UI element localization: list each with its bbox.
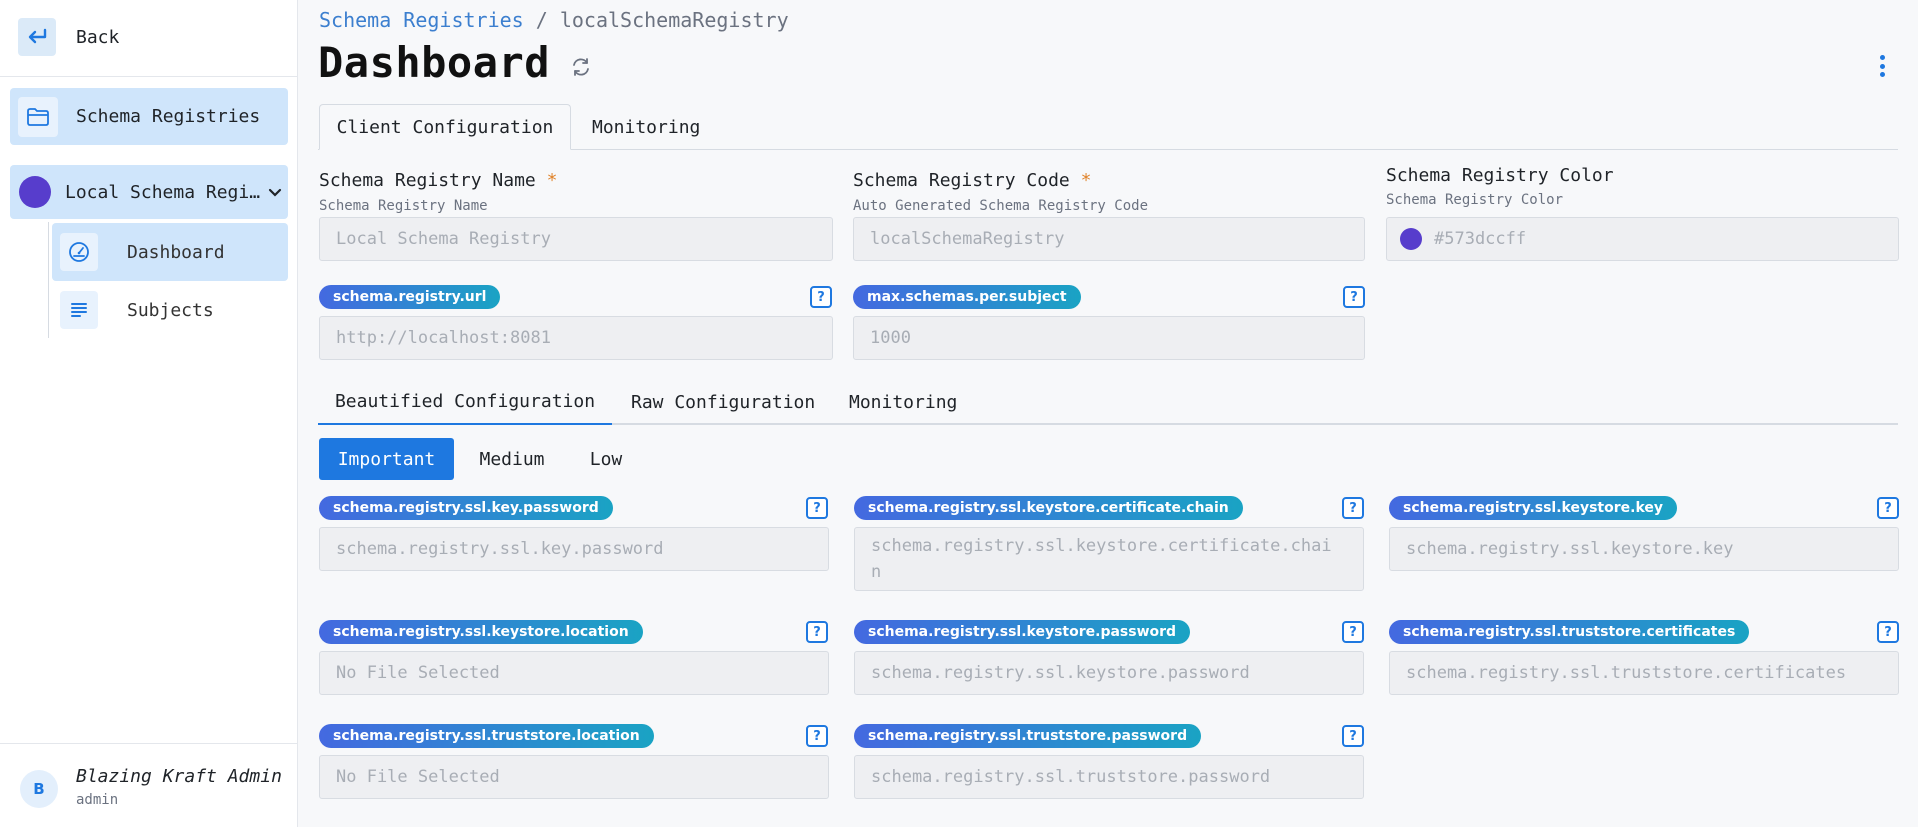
registry-selector[interactable]: Local Schema Regi… <box>10 165 288 219</box>
help-icon[interactable]: ? <box>1342 621 1364 643</box>
tab-config-monitoring[interactable]: Monitoring <box>849 380 957 425</box>
breadcrumb-current: localSchemaRegistry <box>559 8 789 32</box>
registry-name: Local Schema Regi… <box>65 181 261 203</box>
property-key-chip: max.schemas.per.subject <box>853 285 1081 309</box>
registry-code-label: Schema Registry Code * <box>853 170 1092 191</box>
registry-name-label: Schema Registry Name * <box>319 170 558 191</box>
user-role: admin <box>76 792 119 808</box>
registry-color-field[interactable]: #573dccff <box>1386 217 1899 261</box>
registry-url-field[interactable]: http://localhost:8081 <box>319 316 833 360</box>
property-input[interactable]: schema.registry.ssl.keystore.password <box>854 651 1364 695</box>
help-icon[interactable]: ? <box>806 725 828 747</box>
registry-color-label: Schema Registry Color <box>1386 165 1614 186</box>
sidebar: Back Schema Registries Local Schema Regi… <box>0 0 298 827</box>
sidebar-item-dashboard[interactable]: Dashboard <box>52 223 288 281</box>
tab-beautified-configuration[interactable]: Beautified Configuration <box>318 380 612 425</box>
registry-name-hint: Schema Registry Name <box>319 198 488 214</box>
help-icon[interactable]: ? <box>1877 497 1899 519</box>
file-select-input[interactable]: No File Selected <box>319 651 829 695</box>
back-arrow-icon <box>18 18 56 56</box>
tab-monitoring[interactable]: Monitoring <box>592 104 700 150</box>
property-key-chip: schema.registry.ssl.truststore.password <box>854 724 1202 748</box>
back-button[interactable]: Back <box>10 12 290 62</box>
registry-code-hint: Auto Generated Schema Registry Code <box>853 198 1149 214</box>
importance-low-button[interactable]: Low <box>574 438 638 480</box>
property-key-chip: schema.registry.ssl.keystore.location <box>319 620 643 644</box>
property-key-chip: schema.registry.ssl.keystore.key <box>1389 496 1678 520</box>
user-name: Blazing Kraft Admin <box>76 766 282 787</box>
registry-name-field[interactable]: Local Schema Registry <box>319 217 833 261</box>
property-input[interactable]: schema.registry.ssl.truststore.certifica… <box>1389 651 1899 695</box>
placeholder-line: schema.registry.ssl.keystore.certificate… <box>871 536 1332 556</box>
breadcrumb-separator: / <box>535 8 548 32</box>
tree-line <box>48 222 49 338</box>
main-tabs: Client Configuration Monitoring <box>318 104 1898 150</box>
property-key-chip: schema.registry.ssl.truststore.certifica… <box>1389 620 1750 644</box>
chevron-down-icon <box>268 182 282 203</box>
folder-icon <box>18 96 58 137</box>
color-value: #573dccff <box>1434 229 1527 249</box>
more-options-icon[interactable] <box>1872 52 1892 80</box>
registry-color-dot <box>19 176 51 208</box>
property-key-chip: schema.registry.ssl.truststore.location <box>319 724 654 748</box>
file-select-input[interactable]: No File Selected <box>319 755 829 799</box>
importance-medium-button[interactable]: Medium <box>472 438 552 480</box>
sidebar-item-label: Schema Registries <box>76 106 261 127</box>
sidebar-item-subjects[interactable]: Subjects <box>52 285 288 335</box>
list-icon <box>60 291 98 329</box>
max-schemas-field[interactable]: 1000 <box>853 316 1365 360</box>
avatar[interactable]: B <box>20 770 58 808</box>
registry-color-hint: Schema Registry Color <box>1386 192 1564 208</box>
help-icon[interactable]: ? <box>806 621 828 643</box>
property-key-chip: schema.registry.ssl.keystore.certificate… <box>854 496 1243 520</box>
breadcrumb: Schema Registries / localSchemaRegistry <box>319 8 789 32</box>
property-key-chip: schema.registry.ssl.keystore.password <box>854 620 1191 644</box>
tab-client-configuration[interactable]: Client Configuration <box>319 104 571 150</box>
help-icon[interactable]: ? <box>1343 286 1365 308</box>
help-icon[interactable]: ? <box>1342 497 1364 519</box>
config-tabs: Beautified Configuration Raw Configurati… <box>318 380 1898 425</box>
back-label: Back <box>76 26 120 48</box>
property-input[interactable]: schema.registry.ssl.keystore.key <box>1389 527 1899 571</box>
placeholder-line: n <box>871 562 882 582</box>
property-input[interactable]: schema.registry.ssl.key.password <box>319 527 829 571</box>
property-key-chip: schema.registry.ssl.key.password <box>319 496 613 520</box>
color-swatch[interactable] <box>1400 228 1422 250</box>
property-input[interactable]: schema.registry.ssl.truststore.password <box>854 755 1364 799</box>
sidebar-divider <box>0 76 298 77</box>
help-icon[interactable]: ? <box>810 286 832 308</box>
sidebar-item-label: Dashboard <box>127 241 225 263</box>
property-key-chip: schema.registry.url <box>319 285 501 309</box>
page-title: Dashboard <box>318 38 551 87</box>
property-input[interactable]: schema.registry.ssl.keystore.certificate… <box>854 527 1364 591</box>
sidebar-item-schema-registries[interactable]: Schema Registries <box>10 88 288 145</box>
refresh-icon[interactable] <box>570 56 592 82</box>
importance-important-button[interactable]: Important <box>319 438 454 480</box>
breadcrumb-link[interactable]: Schema Registries <box>319 8 524 32</box>
sidebar-item-label: Subjects <box>127 299 214 321</box>
help-icon[interactable]: ? <box>1877 621 1899 643</box>
sidebar-divider <box>0 743 298 744</box>
help-icon[interactable]: ? <box>1342 725 1364 747</box>
tab-raw-configuration[interactable]: Raw Configuration <box>631 380 815 425</box>
registry-code-field[interactable]: localSchemaRegistry <box>853 217 1365 261</box>
gauge-icon <box>60 233 98 271</box>
help-icon[interactable]: ? <box>806 497 828 519</box>
